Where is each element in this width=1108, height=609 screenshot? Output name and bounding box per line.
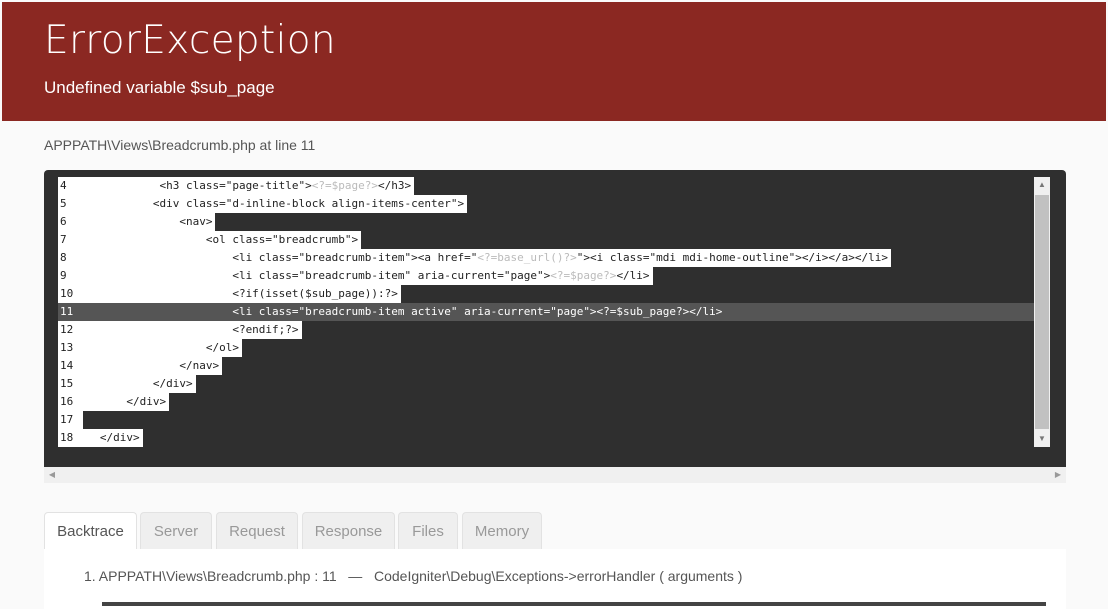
scrollbar-thumb[interactable] [1035,195,1049,429]
code-line: 5 <div class="d-inline-block align-items… [58,195,468,213]
vertical-scrollbar[interactable]: ▲ ▼ [1034,177,1050,447]
page-body: APPPATH\Views\Breadcrumb.php at line 11 … [2,121,1106,609]
backtrace-code-strip [102,602,1046,606]
code-line: 17 [58,411,83,429]
scroll-up-arrow-icon[interactable]: ▲ [1034,177,1050,193]
backtrace-panel: 1. APPPATH\Views\Breadcrumb.php : 11 — C… [44,549,1066,609]
code-line-text: 5 <div class="d-inline-block align-items… [58,195,468,213]
code-line: 16 </div> [58,393,170,411]
code-line-text: 10 <?if(isset($sub_page)):?> [58,285,401,303]
php-tag: <?=base_url()?> [477,251,577,264]
code-line: 18 </div> [58,429,143,447]
code-line: 14 </nav> [58,357,223,375]
tab-server[interactable]: Server [140,512,212,550]
line-number: 8 [60,251,67,264]
tab-response[interactable]: Response [302,512,395,550]
code-line: 12 <?endif;?> [58,321,302,339]
line-number: 15 [60,377,74,390]
code-line-text: 9 <li class="breadcrumb-item" aria-curre… [58,267,653,285]
code-line: 9 <li class="breadcrumb-item" aria-curre… [58,267,653,285]
line-number: 10 [60,287,74,300]
error-message: Undefined variable $sub_page [44,78,275,97]
php-tag: <?=$page?> [311,179,379,192]
line-number: 16 [60,395,74,408]
line-number: 7 [60,233,67,246]
line-number: 5 [60,197,67,210]
line-number: 18 [60,431,74,444]
code-area: 4 <h3 class="page-title"><?=$page?></h3>… [58,177,1034,447]
error-header: ErrorException Undefined variable $sub_p… [2,2,1106,121]
line-number: 14 [60,359,74,372]
line-number: 4 [60,179,67,192]
code-line-text: 6 <nav> [58,213,216,231]
code-line: 15 </div> [58,375,196,393]
line-number: 12 [60,323,74,336]
tab-request[interactable]: Request [216,512,298,550]
code-line-text: 17 [58,411,83,429]
code-line-text: 4 <h3 class="page-title"><?=$page?></h3> [58,177,415,195]
scroll-right-arrow-icon[interactable]: ▶ [1050,467,1066,483]
scroll-down-arrow-icon[interactable]: ▼ [1034,431,1050,447]
tab-backtrace[interactable]: Backtrace [44,512,137,550]
tab-memory[interactable]: Memory [462,512,542,550]
code-line: 6 <nav> [58,213,216,231]
horizontal-scrollbar[interactable]: ◀ ▶ [44,467,1066,483]
code-line: 11 <li class="breadcrumb-item active" ar… [58,303,1034,321]
scroll-left-arrow-icon[interactable]: ◀ [44,467,60,483]
code-line-text: 13 </ol> [58,339,242,357]
line-number: 9 [60,269,67,282]
code-line-text: 16 </div> [58,393,170,411]
code-line: 13 </ol> [58,339,242,357]
line-number: 13 [60,341,74,354]
line-number: 17 [60,413,74,426]
code-line-text: 15 </div> [58,375,196,393]
source-code-panel[interactable]: 4 <h3 class="page-title"><?=$page?></h3>… [44,170,1066,467]
code-line-text: 18 </div> [58,429,143,447]
code-line: 7 <ol class="breadcrumb"> [58,231,362,249]
line-number: 6 [60,215,67,228]
error-title: ErrorException [44,18,336,63]
php-tag: <?=$page?> [550,269,617,282]
code-line-text: 7 <ol class="breadcrumb"> [58,231,362,249]
code-line: 10 <?if(isset($sub_page)):?> [58,285,401,303]
code-line-text: 11 <li class="breadcrumb-item active" ar… [58,303,725,321]
code-line-text: 14 </nav> [58,357,223,375]
tab-files[interactable]: Files [398,512,458,550]
code-line: 4 <h3 class="page-title"><?=$page?></h3> [58,177,415,195]
code-line: 8 <li class="breadcrumb-item"><a href="<… [58,249,891,267]
code-line-text: 12 <?endif;?> [58,321,302,339]
code-line-text: 8 <li class="breadcrumb-item"><a href="<… [58,249,891,267]
error-location: APPPATH\Views\Breadcrumb.php at line 11 [44,137,316,153]
line-number: 11 [60,305,74,318]
backtrace-item[interactable]: 1. APPPATH\Views\Breadcrumb.php : 11 — C… [84,568,742,584]
